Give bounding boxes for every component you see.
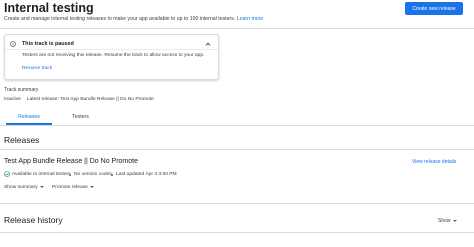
chevron-down-icon <box>452 219 457 222</box>
page-subtitle-text: Create and manage internal testing relea… <box>4 16 236 22</box>
tabs-divider <box>0 125 474 126</box>
tab-testers[interactable]: Testers <box>58 114 103 125</box>
page-title: Internal testing <box>4 1 94 15</box>
chevron-down-icon <box>89 185 94 188</box>
promote-release-label: Promote release <box>52 185 88 190</box>
track-summary-line: Inactive Latest release: Test App Bundle … <box>4 97 154 102</box>
info-icon <box>10 41 16 47</box>
view-release-details-link[interactable]: View release details <box>412 159 456 165</box>
releases-divider <box>0 149 474 150</box>
release-title: Test App Bundle Release || Do No Promote <box>4 158 138 165</box>
releases-bottom-divider <box>0 203 474 204</box>
card-body: Testers are not receiving this release. … <box>22 53 205 58</box>
create-new-release-button[interactable]: Create new release <box>405 2 463 15</box>
availability-status: Available to internal testers <box>12 172 71 177</box>
card-divider <box>5 49 218 50</box>
chevron-down-icon <box>39 185 44 188</box>
history-show-dropdown[interactable]: Show <box>438 218 457 224</box>
latest-release: Latest release: Test App Bundle Release … <box>26 97 154 102</box>
release-history-heading: Release history <box>4 215 63 225</box>
header-divider <box>0 28 474 29</box>
chevron-up-icon[interactable] <box>204 40 212 48</box>
track-summary-label: Track summary <box>4 87 39 93</box>
separator-dot <box>69 174 71 176</box>
history-show-label: Show <box>438 218 451 224</box>
track-paused-card: This track is paused Testers are not rec… <box>4 34 219 80</box>
track-status: Inactive <box>4 97 21 102</box>
show-summary-label: Show summary <box>4 185 38 190</box>
promote-release-dropdown[interactable]: Promote release <box>52 185 94 190</box>
last-updated: Last updated Apr 4 3:50 PM <box>116 172 177 177</box>
learn-more-link[interactable]: Learn more <box>237 16 264 22</box>
version-codes: No version codes <box>74 172 112 177</box>
page-subtitle: Create and manage internal testing relea… <box>4 16 263 22</box>
show-summary-dropdown[interactable]: Show summary <box>4 185 44 190</box>
card-title: This track is paused <box>22 41 74 47</box>
resume-track-link[interactable]: Resume track <box>22 66 52 71</box>
check-circle-icon <box>4 171 10 177</box>
releases-heading: Releases <box>4 135 40 145</box>
history-divider <box>0 232 474 233</box>
separator-dot <box>111 174 113 176</box>
